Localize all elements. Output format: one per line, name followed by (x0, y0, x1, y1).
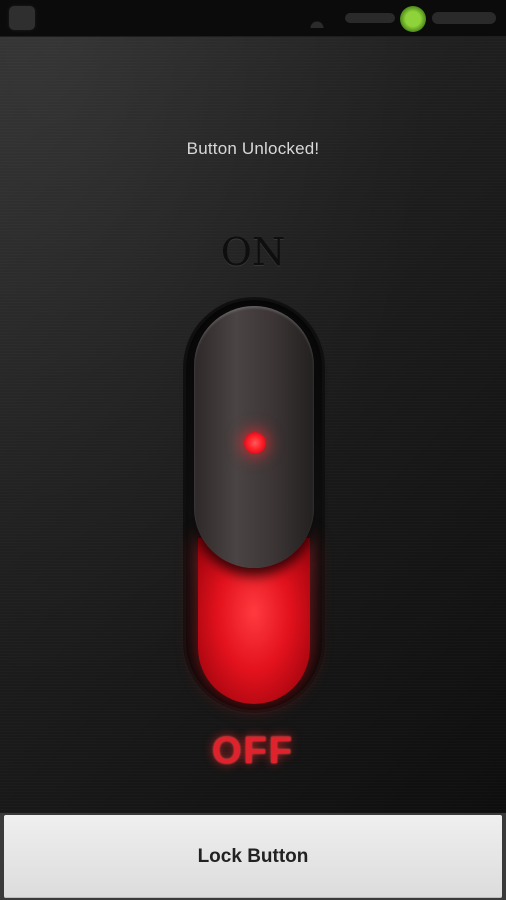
app-icon (9, 6, 35, 30)
status-message: Button Unlocked! (186, 139, 320, 158)
toggle-switch[interactable] (186, 300, 322, 710)
lock-button[interactable]: Lock Button (4, 815, 502, 898)
wifi-icon (306, 8, 328, 28)
off-label: OFF (212, 730, 294, 772)
on-label: ON (220, 230, 286, 274)
switch-lever[interactable] (194, 306, 314, 568)
indicator-light-icon (244, 432, 266, 454)
status-bar-clock (432, 12, 496, 24)
battery-icon (400, 6, 426, 32)
status-bar (0, 0, 506, 37)
status-bar-text (345, 13, 395, 23)
